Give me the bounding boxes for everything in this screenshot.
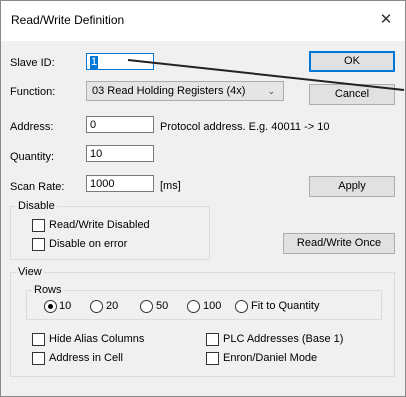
annotation-pointer-line: [127, 59, 405, 91]
